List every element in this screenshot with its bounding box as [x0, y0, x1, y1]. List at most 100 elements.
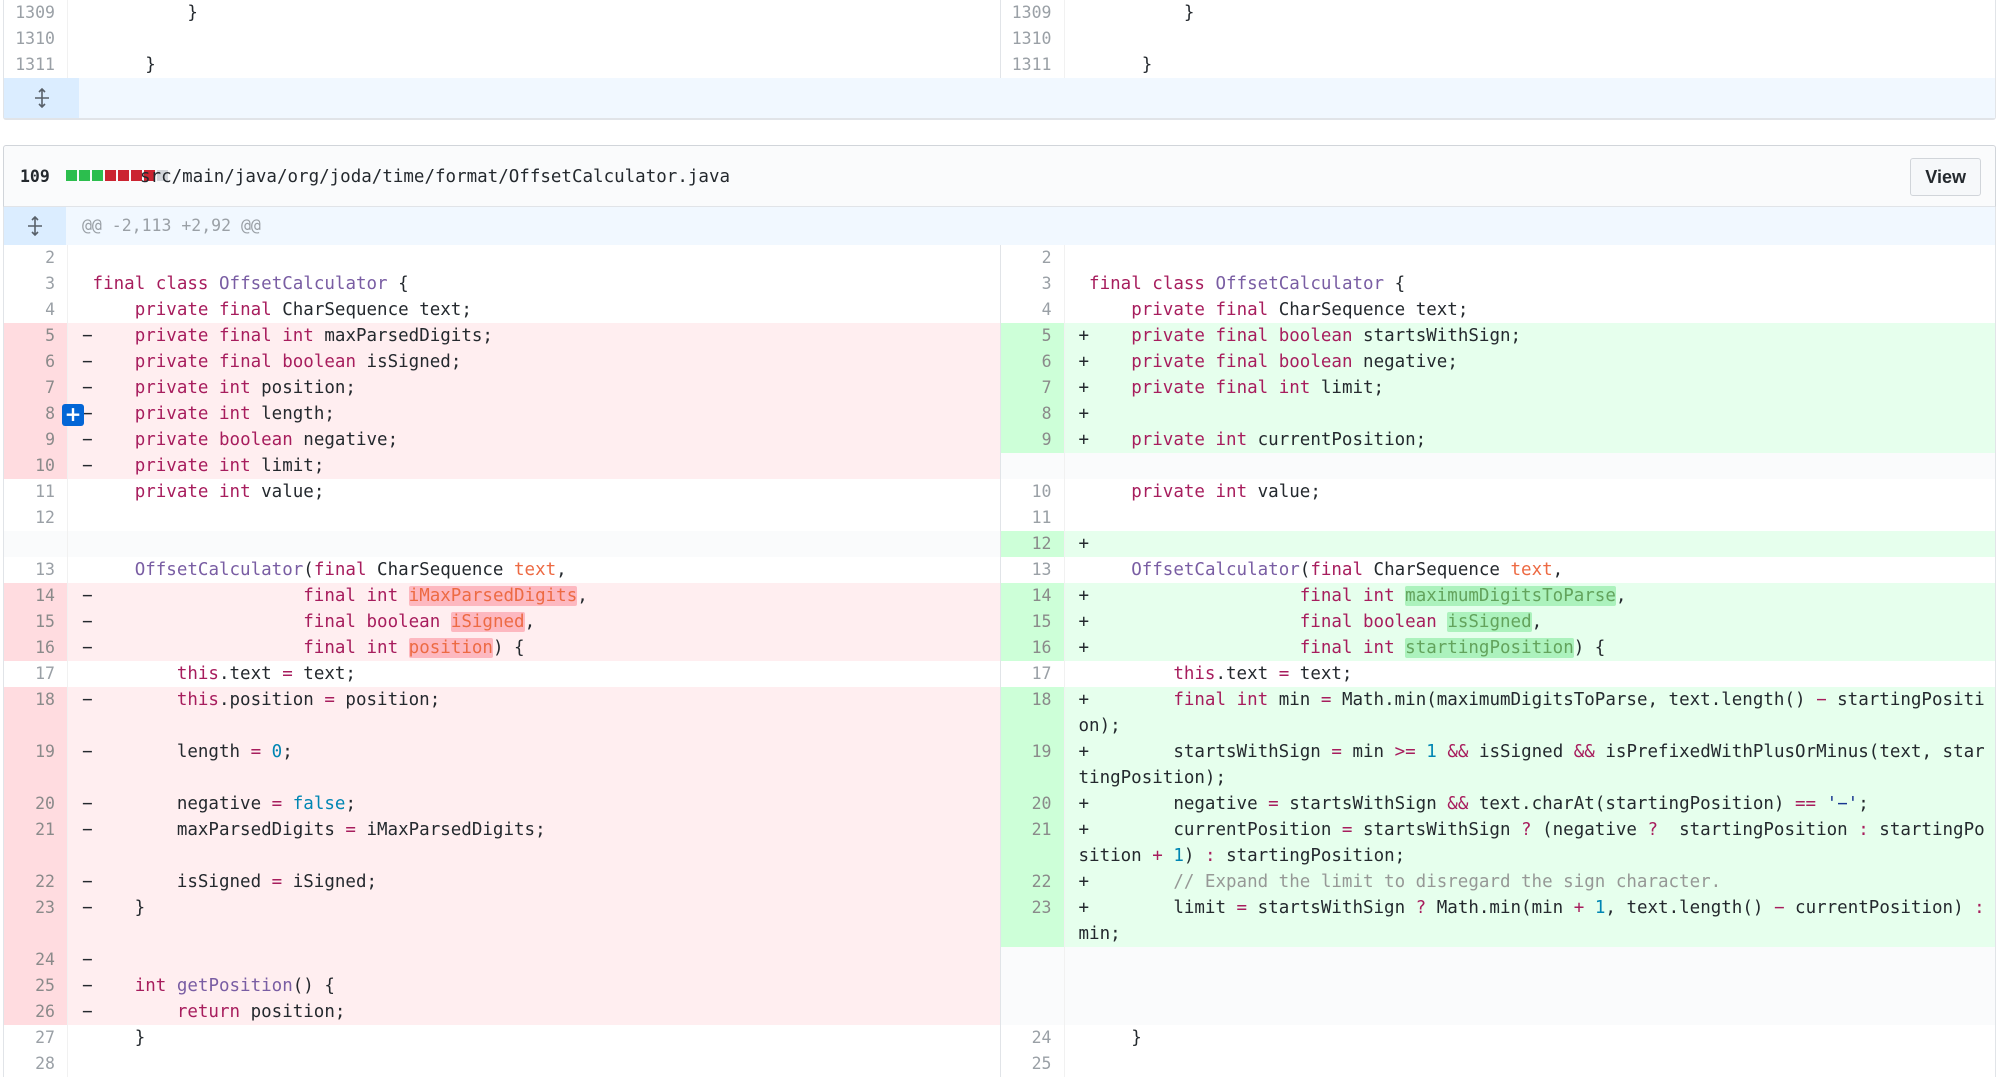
- line-number[interactable]: 15: [4, 609, 67, 635]
- line-number[interactable]: 20: [4, 791, 67, 817]
- diff-row: 14− final int iMaxParsedDigits, 14 + fina…: [4, 583, 1995, 609]
- line-number[interactable]: 24: [4, 947, 67, 973]
- code-line: }: [1063, 0, 1996, 26]
- line-number[interactable]: 1310: [4, 26, 67, 52]
- line-number[interactable]: 4: [4, 297, 67, 323]
- code-line: + private int currentPosition;: [1063, 427, 1995, 453]
- code-line: OffsetCalculator(final CharSequence text…: [67, 557, 1000, 583]
- line-number[interactable]: 12: [1000, 531, 1064, 557]
- line-number[interactable]: 5: [1000, 323, 1064, 349]
- line-number[interactable]: 5: [4, 323, 67, 349]
- code-line: private final CharSequence text;: [67, 297, 1000, 323]
- line-number[interactable]: 2: [1001, 245, 1064, 271]
- diff-row: 17 this.text = text; 17 this.text = text…: [4, 661, 1995, 687]
- line-number[interactable]: 10: [4, 453, 67, 479]
- file-header: 109 src/main/java/org/joda/time/format/O…: [3, 145, 1996, 207]
- line-number[interactable]: 20: [1000, 791, 1064, 817]
- line-number[interactable]: 6: [4, 349, 67, 375]
- line-number[interactable]: 1311: [4, 52, 67, 78]
- line-number[interactable]: 8: [4, 401, 67, 427]
- code-line: − final int position) {: [67, 635, 1000, 661]
- code-line: this.text = text;: [1063, 661, 1996, 687]
- change-count: 109: [20, 167, 50, 186]
- line-number[interactable]: 1311: [1001, 52, 1064, 78]
- line-number[interactable]: 16: [1000, 635, 1064, 661]
- line-number[interactable]: 11: [1001, 505, 1064, 531]
- expand-lines-row[interactable]: [4, 78, 1995, 119]
- line-number[interactable]: 6: [1000, 349, 1064, 375]
- code-line: [1063, 947, 1995, 973]
- code-line: − isSigned = iSigned;: [67, 869, 1000, 895]
- expand-icon[interactable]: [4, 78, 79, 118]
- line-number[interactable]: 4: [1001, 297, 1064, 323]
- line-number[interactable]: 1309: [4, 0, 67, 26]
- code-line: + final int maximumDigitsToParse,: [1063, 583, 1995, 609]
- line-number[interactable]: 7: [1000, 375, 1064, 401]
- line-number[interactable]: 19: [1000, 739, 1064, 791]
- code-line: − private final int maxParsedDigits;: [67, 323, 1000, 349]
- code-line: + final int min = Math.min(maximumDigits…: [1063, 687, 1995, 739]
- diffstat-block: [105, 170, 116, 181]
- expand-icon[interactable]: [4, 207, 66, 245]
- line-number[interactable]: 13: [4, 557, 67, 583]
- code-line: }: [1063, 52, 1996, 78]
- line-number[interactable]: 14: [4, 583, 67, 609]
- line-number[interactable]: 19: [4, 739, 67, 791]
- line-number[interactable]: 9: [4, 427, 67, 453]
- line-number[interactable]: 25: [4, 973, 67, 999]
- line-number[interactable]: 1309: [1001, 0, 1064, 26]
- line-number[interactable]: 22: [1000, 869, 1064, 895]
- diff-row: 5− private final int maxParsedDigits; 5 +…: [4, 323, 1995, 349]
- code-line: − negative = false;: [67, 791, 1000, 817]
- code-line: OffsetCalculator(final CharSequence text…: [1063, 557, 1996, 583]
- line-number: [1000, 999, 1064, 1025]
- line-number[interactable]: 26: [4, 999, 67, 1025]
- line-number[interactable]: 1310: [1001, 26, 1064, 52]
- line-number[interactable]: 3: [1001, 271, 1064, 297]
- line-number[interactable]: 12: [4, 505, 67, 531]
- line-number[interactable]: 15: [1000, 609, 1064, 635]
- code-line: − int getPosition() {: [67, 973, 1000, 999]
- code-line: − this.position = position;: [67, 687, 1000, 739]
- code-line: + limit = startsWithSign ? Math.min(min …: [1063, 895, 1995, 947]
- code-line: + final boolean isSigned,: [1063, 609, 1995, 635]
- line-number[interactable]: 17: [4, 661, 67, 687]
- code-line: − private int length;: [67, 401, 1000, 427]
- diff-row: 18− this.position = position; 18 + final …: [4, 687, 1995, 739]
- code-line: − length = 0;: [67, 739, 1000, 791]
- line-number[interactable]: 21: [1000, 817, 1064, 869]
- line-number[interactable]: 17: [1001, 661, 1064, 687]
- view-file-button[interactable]: View: [1910, 158, 1981, 196]
- line-number[interactable]: 28: [4, 1051, 67, 1077]
- line-number[interactable]: 9: [1000, 427, 1064, 453]
- line-number[interactable]: 10: [1001, 479, 1064, 505]
- line-number[interactable]: 24: [1001, 1025, 1064, 1051]
- line-number[interactable]: 14: [1000, 583, 1064, 609]
- code-line: − private final boolean isSigned;: [67, 349, 1000, 375]
- code-line: }: [67, 52, 1000, 78]
- code-line: +: [1063, 531, 1995, 557]
- line-number[interactable]: 18: [4, 687, 67, 739]
- line-number[interactable]: 21: [4, 817, 67, 869]
- add-comment-icon[interactable]: +: [62, 404, 84, 426]
- line-number[interactable]: 3: [4, 271, 67, 297]
- line-number: [1000, 453, 1064, 479]
- line-number[interactable]: 11: [4, 479, 67, 505]
- line-number[interactable]: 23: [1000, 895, 1064, 947]
- line-number[interactable]: 13: [1001, 557, 1064, 583]
- line-number[interactable]: 23: [4, 895, 67, 947]
- line-number[interactable]: 22: [4, 869, 67, 895]
- file-path[interactable]: src/main/java/org/joda/time/format/Offse…: [140, 146, 730, 208]
- line-number[interactable]: 7: [4, 375, 67, 401]
- code-line: [1063, 26, 1996, 52]
- line-number[interactable]: 16: [4, 635, 67, 661]
- line-number[interactable]: 25: [1001, 1051, 1064, 1077]
- code-line: + private final boolean startsWithSign;: [1063, 323, 1995, 349]
- line-number[interactable]: 2: [4, 245, 67, 271]
- file-diff: @@ -2,113 +2,92 @@ 2 2 3 final class Off…: [3, 207, 1996, 1077]
- line-number[interactable]: 8: [1000, 401, 1064, 427]
- line-number[interactable]: 27: [4, 1025, 67, 1051]
- line-number[interactable]: 18: [1000, 687, 1064, 739]
- code-line: − return position;: [67, 999, 1000, 1025]
- diff-row: 27 } 24 }: [4, 1025, 1995, 1051]
